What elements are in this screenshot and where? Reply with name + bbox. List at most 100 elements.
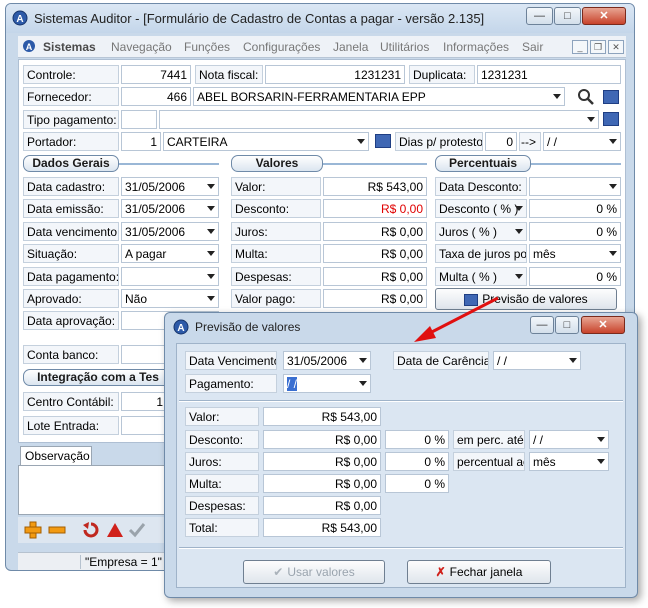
add-icon[interactable]: [24, 521, 42, 539]
tab-observacao[interactable]: Observação: [20, 446, 92, 465]
dlg-multa-pct-field[interactable]: 0 %: [385, 474, 449, 493]
list-stack-icon[interactable]: [375, 134, 391, 148]
close-x-icon: ✗: [435, 565, 446, 579]
close-button[interactable]: ✕: [582, 7, 626, 25]
desconto-pct-field[interactable]: 0 %: [529, 199, 621, 218]
dialog-minimize-button[interactable]: —: [530, 316, 554, 334]
desconto-pct-label[interactable]: Desconto ( % ): [435, 199, 527, 218]
dlg-despesas-field[interactable]: R$ 0,00: [263, 496, 381, 515]
valor-field[interactable]: R$ 543,00: [323, 177, 427, 196]
menu-navegacao[interactable]: Navegação: [111, 40, 172, 54]
duplicata-field[interactable]: 1231231: [477, 65, 621, 84]
app-logo-icon: A: [23, 40, 35, 52]
remove-icon[interactable]: [48, 521, 66, 539]
previsao-valores-button[interactable]: Previsão de valores: [435, 288, 617, 310]
fornecedor-select[interactable]: ABEL BORSARIN-FERRAMENTARIA EPP: [193, 87, 565, 106]
juros-pct-field[interactable]: 0 %: [529, 222, 621, 241]
taxa-juros-select[interactable]: mês: [529, 244, 621, 263]
check-icon[interactable]: [128, 521, 146, 539]
centro-contabil-field[interactable]: 1: [121, 392, 167, 411]
menu-configuracoes[interactable]: Configurações: [243, 40, 320, 54]
data-vencimento-select[interactable]: 31/05/2006: [121, 222, 219, 241]
desconto-field[interactable]: R$ 0,00: [323, 199, 427, 218]
protesto-date: / /: [547, 135, 558, 149]
data-pagamento-select[interactable]: [121, 267, 219, 286]
dlg-multa-field[interactable]: R$ 0,00: [263, 474, 381, 493]
menu-sair[interactable]: Sair: [522, 40, 543, 54]
chevron-down-icon: [359, 358, 367, 363]
menu-janela[interactable]: Janela: [333, 40, 368, 54]
despesas-field[interactable]: R$ 0,00: [323, 267, 427, 286]
dlg-em-perc-select[interactable]: / /: [529, 430, 609, 449]
dlg-data-vencimento-label: Data Vencimento:: [185, 351, 277, 370]
section-divider: [323, 163, 427, 165]
mdi-restore-button[interactable]: ❐: [590, 40, 606, 54]
chevron-down-icon: [597, 459, 605, 464]
fechar-janela-button[interactable]: ✗ Fechar janela: [407, 560, 551, 584]
conta-banco-label: Conta banco:: [23, 345, 119, 364]
dialog-maximize-button[interactable]: □: [555, 316, 579, 334]
menu-sistemas[interactable]: Sistemas: [43, 40, 96, 54]
observacao-memo[interactable]: [18, 465, 178, 515]
data-desconto-select[interactable]: [529, 177, 621, 196]
section-divider: [119, 163, 219, 165]
dlg-total-label: Total:: [185, 518, 259, 537]
dialog-close-button[interactable]: ✕: [581, 316, 625, 334]
multa-label: Multa:: [231, 244, 321, 263]
dlg-perc-ao-select[interactable]: mês: [529, 452, 609, 471]
multa-pct-field[interactable]: 0 %: [529, 267, 621, 286]
lote-entrada-field[interactable]: [121, 416, 167, 435]
dlg-desconto-field[interactable]: R$ 0,00: [263, 430, 381, 449]
check-icon: ✔: [273, 565, 284, 579]
mdi-minimize-button[interactable]: _: [572, 40, 588, 54]
menu-funcoes[interactable]: Funções: [184, 40, 230, 54]
data-emissao-select[interactable]: 31/05/2006: [121, 199, 219, 218]
portador-code-field[interactable]: 1: [121, 132, 161, 151]
chevron-down-icon: [515, 274, 523, 279]
juros-pct-label[interactable]: Juros ( % ): [435, 222, 527, 241]
dlg-multa-label: Multa:: [185, 474, 259, 493]
dlg-juros-field[interactable]: R$ 0,00: [263, 452, 381, 471]
search-icon[interactable]: [577, 88, 595, 106]
multa-pct-label[interactable]: Multa ( % ): [435, 267, 527, 286]
dlg-total-field[interactable]: R$ 543,00: [263, 518, 381, 537]
protesto-date-select[interactable]: / /: [543, 132, 621, 151]
tipo-pagamento-code-field[interactable]: [121, 110, 157, 129]
window-title: Sistemas Auditor - [Formulário de Cadast…: [34, 11, 485, 26]
dlg-perc-ao-value: mês: [533, 455, 556, 469]
conta-banco-field[interactable]: [121, 345, 167, 364]
menu-informacoes[interactable]: Informações: [443, 40, 509, 54]
undo-icon[interactable]: [82, 521, 100, 539]
dlg-data-carencia-select[interactable]: / /: [493, 351, 581, 370]
section-divider: [531, 163, 621, 165]
warning-icon[interactable]: [106, 521, 124, 539]
usar-valores-button[interactable]: ✔ Usar valores: [243, 560, 385, 584]
juros-field[interactable]: R$ 0,00: [323, 222, 427, 241]
data-cadastro-select[interactable]: 31/05/2006: [121, 177, 219, 196]
valor-pago-field[interactable]: R$ 0,00: [323, 289, 427, 308]
multa-field[interactable]: R$ 0,00: [323, 244, 427, 263]
list-stack-icon[interactable]: [603, 112, 619, 126]
dlg-data-vencimento-select[interactable]: 31/05/2006: [283, 351, 371, 370]
dias-protesto-field[interactable]: 0: [485, 132, 517, 151]
dlg-pagamento-select[interactable]: / /: [283, 374, 371, 393]
dlg-valor-field[interactable]: R$ 543,00: [263, 407, 381, 426]
controle-field[interactable]: 7441: [121, 65, 191, 84]
portador-select[interactable]: CARTEIRA: [163, 132, 369, 151]
dialog-divider: [179, 547, 623, 549]
maximize-button[interactable]: □: [554, 7, 581, 25]
aprovado-select[interactable]: Não: [121, 289, 219, 308]
list-stack-icon[interactable]: [603, 90, 619, 104]
situacao-value: A pagar: [125, 247, 167, 261]
dlg-desconto-pct-field[interactable]: 0 %: [385, 430, 449, 449]
menu-utilitarios[interactable]: Utilitários: [380, 40, 429, 54]
dlg-juros-pct-field[interactable]: 0 %: [385, 452, 449, 471]
tipo-pagamento-select[interactable]: [159, 110, 599, 129]
minimize-button[interactable]: —: [526, 7, 553, 25]
mdi-close-button[interactable]: ✕: [608, 40, 624, 54]
situacao-select[interactable]: A pagar: [121, 244, 219, 263]
fornecedor-code-field[interactable]: 466: [121, 87, 191, 106]
juros-label: Juros:: [231, 222, 321, 241]
nota-fiscal-field[interactable]: 1231231: [265, 65, 405, 84]
chevron-down-icon: [553, 94, 561, 99]
